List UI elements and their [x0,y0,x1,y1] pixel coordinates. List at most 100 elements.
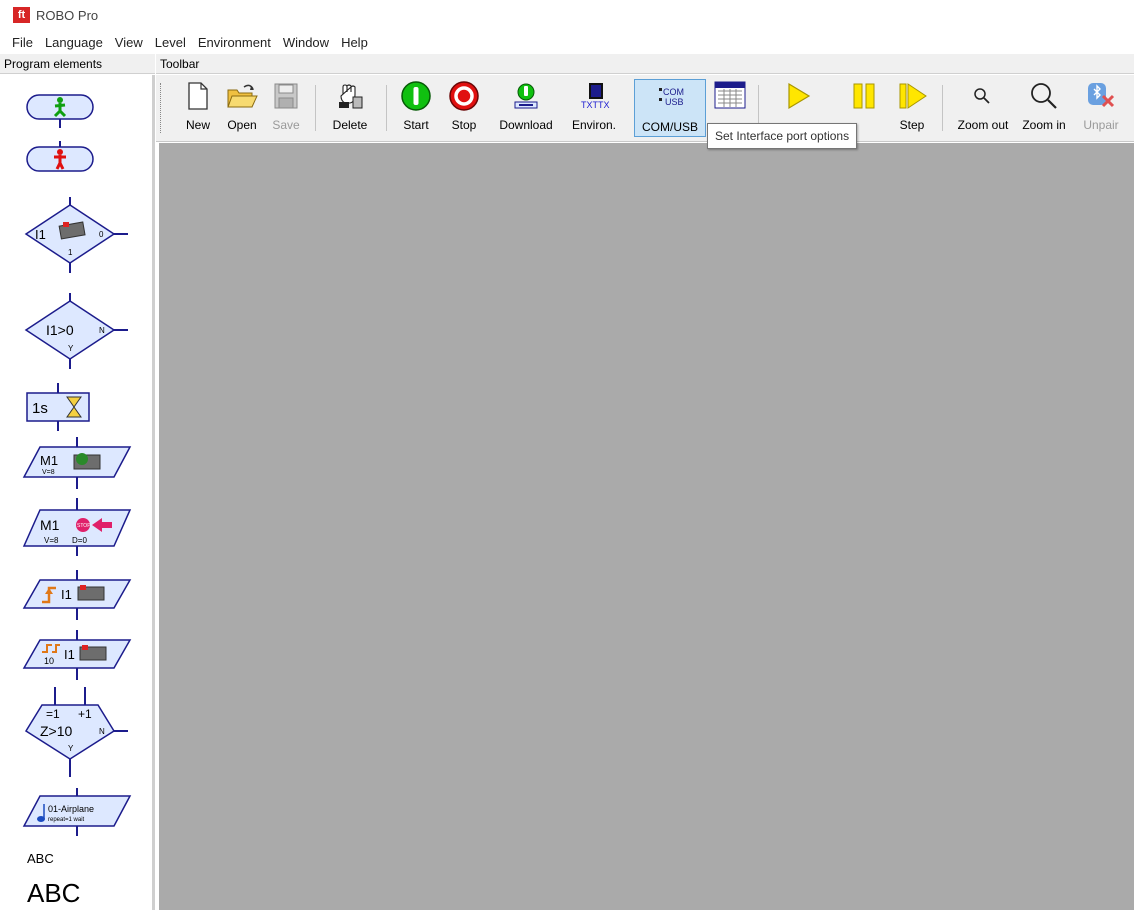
text-element-large[interactable]: ABC [27,878,80,909]
test-panel-icon [714,81,746,109]
zoom-in-button[interactable]: Zoom in [1016,78,1072,138]
program-workspace[interactable] [159,143,1134,910]
comusb-label: COM/USB [641,120,698,134]
usb-text: USB [665,97,684,107]
counter-loop-element[interactable]: =1 +1 Z>10 N Y [22,687,137,777]
environ-button[interactable]: TXTTX Environ. [564,78,624,138]
toolbar: New Open Save Delete Start Stop Download… [156,75,1134,142]
sound-sub: repeat=1 wait [48,817,85,823]
counter-top1: =1 [46,707,60,721]
step-label: Step [899,118,925,132]
open-button[interactable]: Open [220,78,264,138]
counter-top2: +1 [78,707,92,721]
play-icon [788,82,811,110]
new-button[interactable]: New [176,78,220,138]
menu-file[interactable]: File [6,32,39,53]
save-button[interactable]: Save [266,78,306,138]
pulse-element[interactable]: 10 I1 [22,630,137,680]
open-folder-icon [227,84,258,108]
compare-element[interactable]: I1>0 N Y [22,293,132,369]
counter-loop-icon: =1 +1 Z>10 N Y [24,687,128,777]
zoom-out-button[interactable]: Zoom out [952,78,1014,138]
wait-icon: 1s [26,383,90,431]
com-text: COM [663,87,684,97]
motor-stop-port: M1 [40,517,60,533]
toolbar-grip[interactable] [160,83,163,133]
end-element[interactable] [25,141,95,181]
download-label: Download [499,118,553,132]
counter-right: N [99,727,105,736]
wait-text: 1s [32,400,48,417]
zoom-out-icon [974,88,990,104]
new-file-icon [188,82,208,110]
toolbar-separator [386,85,387,131]
compare-right: N [99,326,105,335]
menu-view[interactable]: View [109,32,149,53]
motor-stop-stop-text: STOP [77,523,91,529]
title-bar: ft ROBO Pro [0,0,1134,32]
bluetooth-unpair-icon [1088,83,1115,108]
menu-window[interactable]: Window [277,32,335,53]
zoom-out-label: Zoom out [957,118,1009,132]
edge-port: I1 [61,587,72,602]
menu-language[interactable]: Language [39,32,109,53]
download-icon [514,83,538,109]
program-elements-header: Program elements [0,54,155,74]
motor-element[interactable]: M1 V=8 [22,437,137,489]
branch-input-right: 0 [99,230,104,239]
toolbar-header: Toolbar [156,54,1134,74]
branch-input-element[interactable]: I1 0 1 [22,197,132,273]
app-logo-icon: ft [13,7,30,23]
counter-expr: Z>10 [40,723,73,739]
delete-label: Delete [332,118,368,132]
step-button[interactable]: Step [892,78,932,138]
branch-input-icon: I1 0 1 [24,197,128,273]
compare-bottom: Y [68,344,74,353]
start-element[interactable] [25,89,95,129]
motor-stop-element[interactable]: M1 STOP V=8 D=0 [22,498,137,556]
com-usb-icon: COM USB [659,87,684,107]
comusb-button[interactable]: COM USB COM/USB [634,79,706,137]
unpair-button[interactable]: Unpair [1078,78,1124,138]
delete-hand-icon [339,84,363,109]
motor-sub: V=8 [42,469,55,476]
pulse-icon: 10 I1 [22,630,132,680]
step-icon [899,83,927,109]
menu-level[interactable]: Level [149,32,192,53]
zoom-in-icon [1031,83,1057,109]
branch-input-bottom: 1 [68,248,73,257]
start-element-icon [26,94,94,128]
tooltip: Set Interface port options [707,123,858,149]
end-element-icon [26,141,94,172]
wait-element[interactable]: 1s [25,383,95,431]
edge-icon: I1 [22,570,132,620]
motor-stop-sub2: D=0 [72,536,87,545]
toolbar-separator [942,85,943,131]
pulse-port: I1 [64,647,75,662]
compare-icon: I1>0 N Y [24,293,128,369]
motor-icon: M1 V=8 [22,437,132,489]
edge-element[interactable]: I1 [22,570,137,620]
counter-bottom: Y [68,744,74,753]
menu-environment[interactable]: Environment [192,32,277,53]
toolbar-separator [315,85,316,131]
menu-help[interactable]: Help [335,32,374,53]
save-disk-icon [274,83,298,109]
sound-name: 01-Airplane [48,804,94,814]
pause-icon [853,83,875,109]
stop-button[interactable]: Stop [444,78,484,138]
sound-icon: 01-Airplane repeat=1 wait [22,788,132,836]
sound-element[interactable]: 01-Airplane repeat=1 wait [22,788,137,836]
start-label: Start [403,118,429,132]
menu-bar: File Language View Level Environment Win… [0,32,1134,53]
environment-icon: TXTTX [581,83,610,110]
motor-stop-sub1: V=8 [44,536,59,545]
environ-txt-text: TXTTX [581,100,610,110]
window-title: ROBO Pro [36,8,99,23]
start-button[interactable]: Start [396,78,436,138]
download-button[interactable]: Download [492,78,560,138]
delete-button[interactable]: Delete [326,78,374,138]
text-element-small[interactable]: ABC [27,851,54,866]
branch-input-port: I1 [35,227,46,242]
zoom-in-label: Zoom in [1022,118,1066,132]
